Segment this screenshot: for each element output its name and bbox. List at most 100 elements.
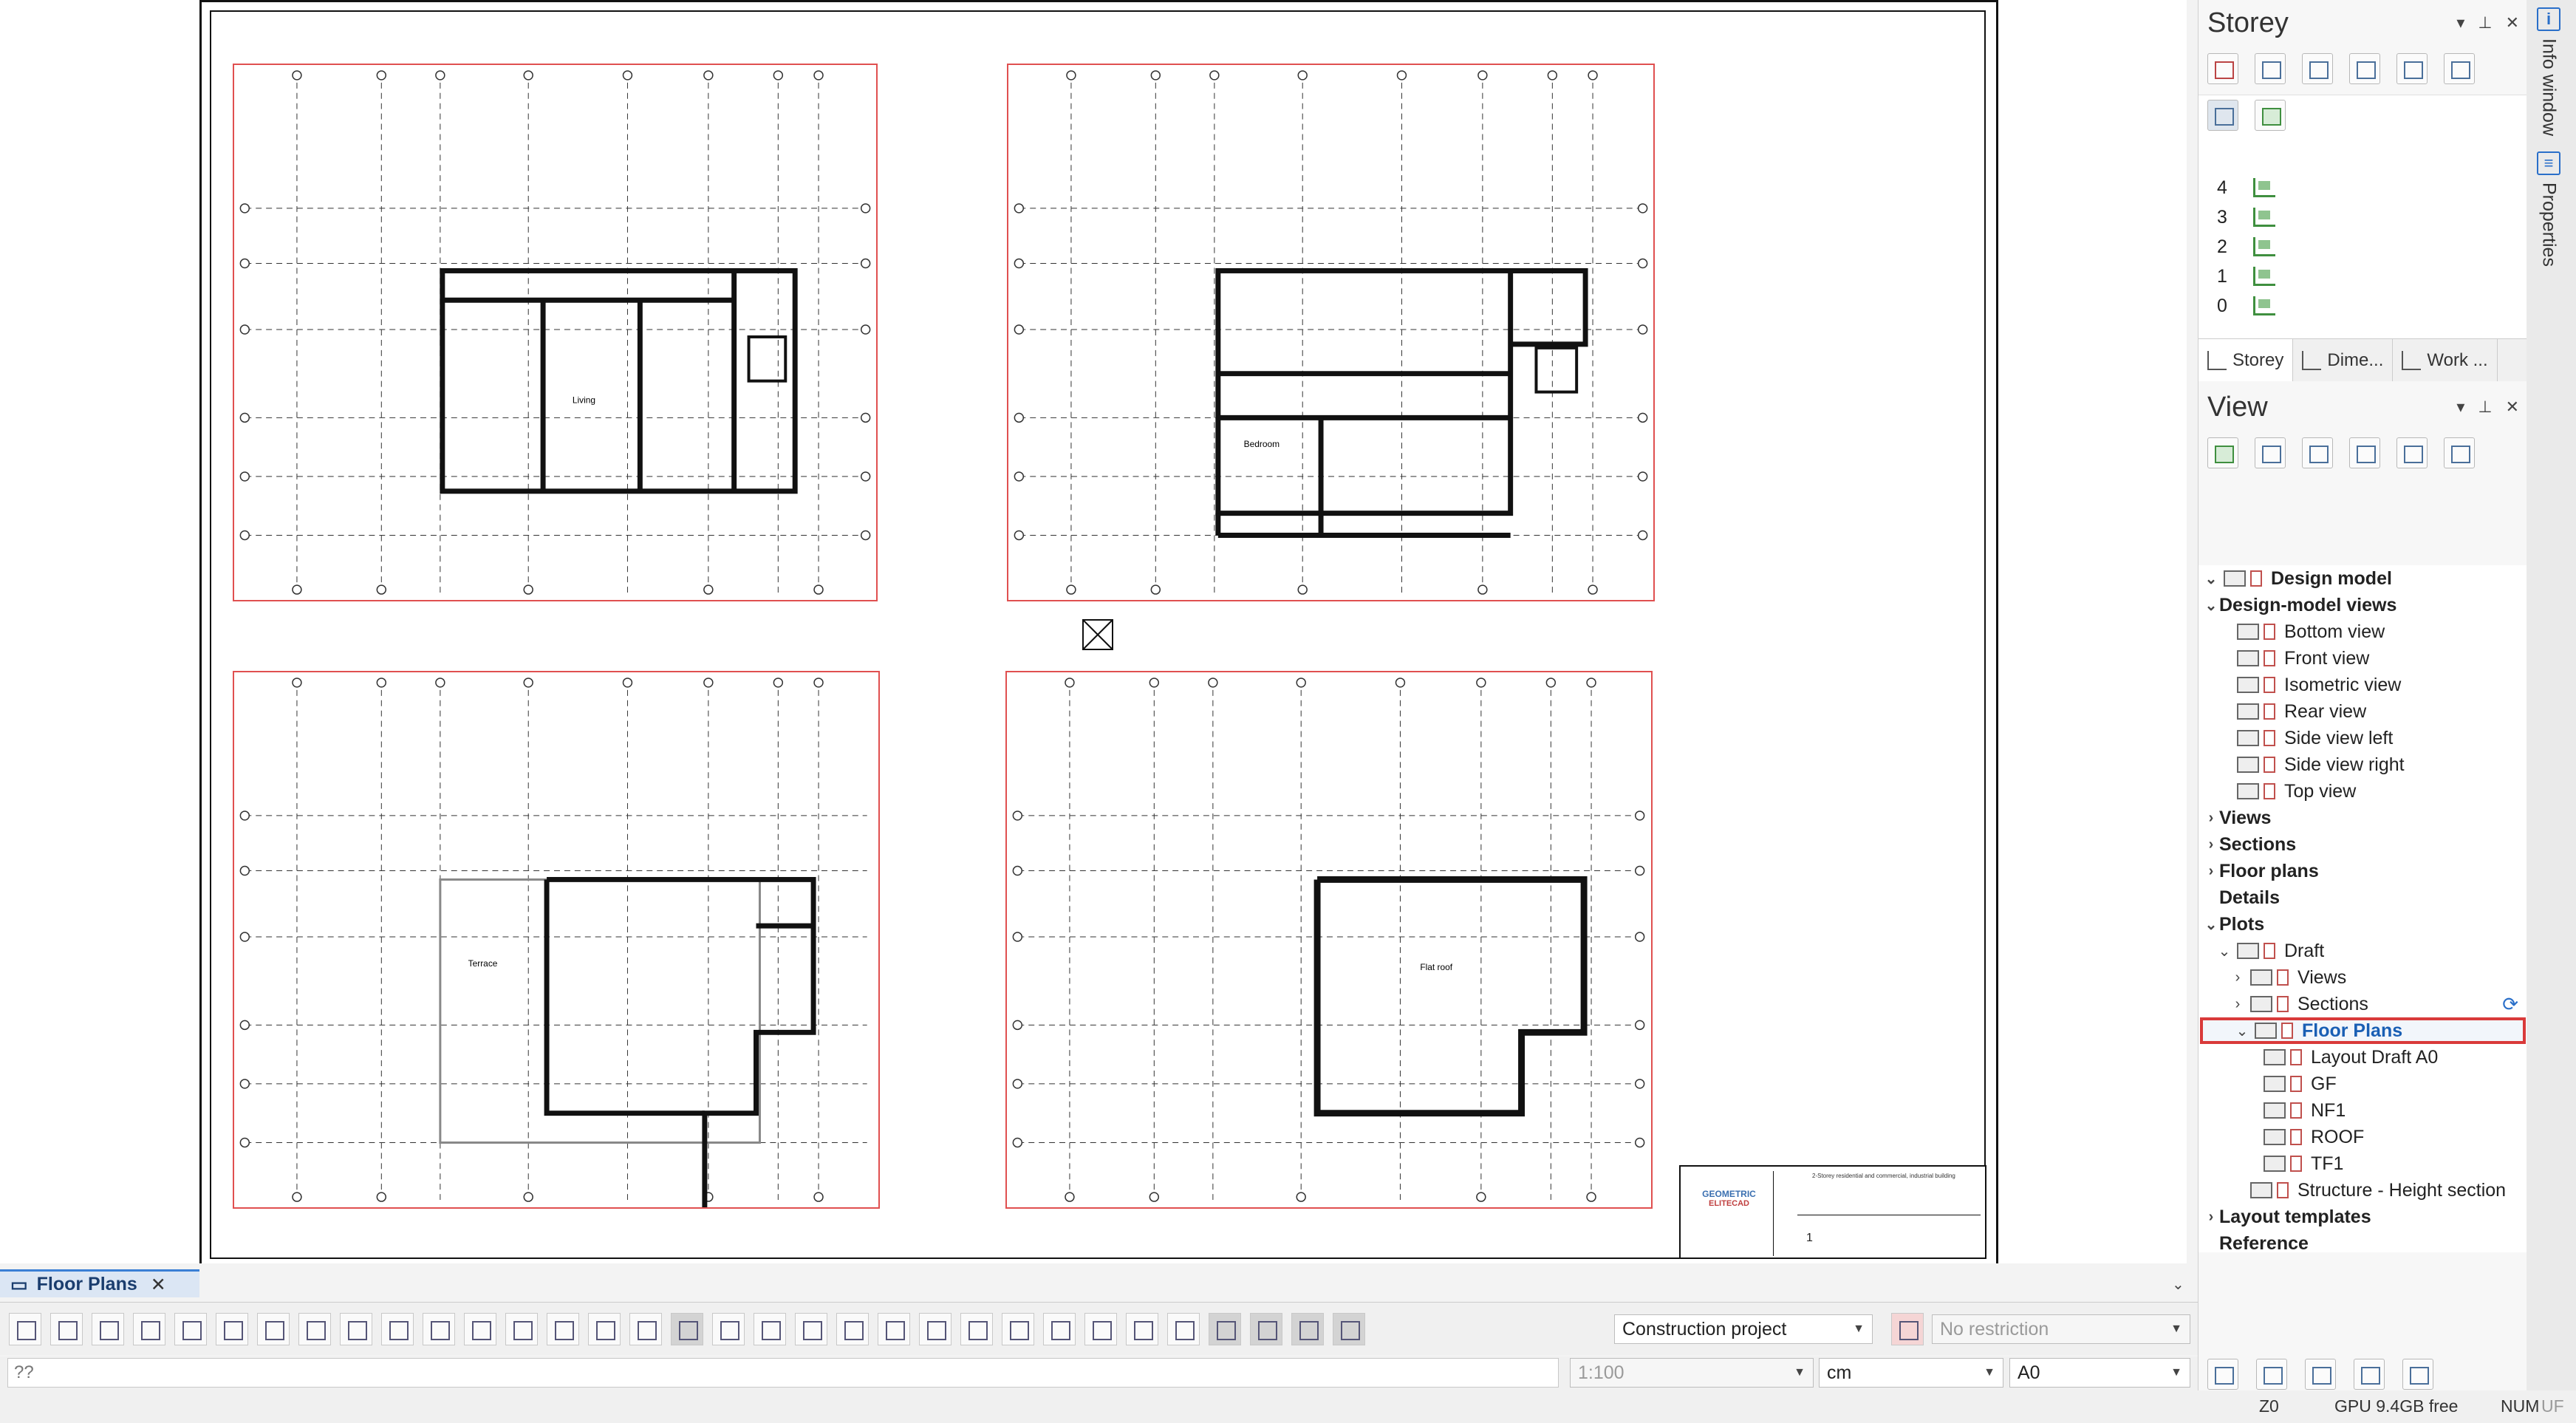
chevron-down-icon[interactable]: ⌄	[2203, 596, 2219, 615]
refresh-view-icon[interactable]	[2349, 437, 2380, 468]
tree-item-design-model-views[interactable]: ⌄ Design-model views	[2199, 592, 2527, 618]
project-select[interactable]: Construction project ▼	[1614, 1314, 1873, 1344]
tree-item-structure-height-section[interactable]: Structure - Height section	[2199, 1177, 2527, 1204]
chevron-down-icon[interactable]: ⌄	[2203, 915, 2219, 934]
pencil-icon[interactable]	[2207, 100, 2238, 131]
chevron-right-icon[interactable]: ›	[2203, 1209, 2219, 1226]
tree-item-side-view-right[interactable]: Side view right	[2199, 751, 2527, 778]
library-icon[interactable]	[2305, 1359, 2336, 1390]
zoom-extents-icon[interactable]	[174, 1312, 207, 1345]
tree-item-layout-draft-a0[interactable]: Layout Draft A0	[2199, 1044, 2527, 1071]
export-pdf-dxf-icon[interactable]	[2396, 437, 2428, 468]
tree-item-top-view[interactable]: Top view	[2199, 778, 2527, 805]
snap-intersection-icon[interactable]	[960, 1312, 993, 1345]
close-icon[interactable]: ✕	[2506, 13, 2519, 33]
storey-properties-icon[interactable]	[2302, 53, 2333, 84]
view-settings-icon[interactable]	[2302, 437, 2333, 468]
tab-work[interactable]: Work ...	[2393, 339, 2498, 381]
walk-icon[interactable]	[216, 1312, 248, 1345]
pin-icon[interactable]: ⊥	[2478, 397, 2492, 417]
storey-row-0[interactable]: 0	[2207, 293, 2275, 318]
trim-icon[interactable]	[1084, 1312, 1117, 1345]
zoom-selection-icon[interactable]	[50, 1312, 83, 1345]
restriction-select[interactable]: No restriction ▼	[1932, 1314, 2190, 1344]
dimension-line-icon[interactable]	[1250, 1312, 1282, 1345]
layers-icon[interactable]	[2256, 1359, 2287, 1390]
tree-item-layout-templates[interactable]: › Layout templates	[2199, 1204, 2527, 1230]
restriction-icon[interactable]	[1891, 1313, 1924, 1345]
storey-tree-icon[interactable]	[2396, 53, 2428, 84]
objects-icon[interactable]	[2354, 1359, 2385, 1390]
close-icon[interactable]: ✕	[151, 1274, 166, 1296]
tree-item-design-model[interactable]: ⌄ Design model	[2199, 565, 2527, 592]
chevron-right-icon[interactable]: ›	[2230, 996, 2246, 1013]
tab-list-chevron-down-icon[interactable]: ⌄	[2172, 1275, 2184, 1294]
tree-item-isometric-view[interactable]: Isometric view	[2199, 672, 2527, 698]
format-select[interactable]: A0 ▼	[2009, 1358, 2190, 1388]
chevron-right-icon[interactable]: ›	[2203, 863, 2219, 880]
storey-row-1[interactable]: 1	[2207, 264, 2275, 289]
zoom-window-icon[interactable]	[9, 1312, 41, 1345]
new-storey-icon[interactable]	[2207, 53, 2238, 84]
chevron-right-icon[interactable]: ›	[2203, 836, 2219, 853]
text-icon[interactable]	[1209, 1312, 1241, 1345]
storey-list-icon[interactable]	[2255, 53, 2286, 84]
snap-center-icon[interactable]	[919, 1312, 952, 1345]
shaded-icon[interactable]	[464, 1312, 496, 1345]
pan-icon[interactable]	[133, 1312, 165, 1345]
chevron-right-icon[interactable]: ›	[2203, 810, 2219, 827]
snap-point-icon[interactable]	[754, 1312, 786, 1345]
tree-item-floor-plans[interactable]: › Floor plans	[2199, 858, 2527, 884]
sheet-center-marker[interactable]	[1082, 619, 1113, 650]
snap-perpendicular-icon[interactable]	[795, 1312, 827, 1345]
storey-row-3[interactable]: 3	[2207, 205, 2275, 230]
snap-mid-icon[interactable]	[878, 1312, 910, 1345]
plan-viewport-ground-floor[interactable]: Living	[233, 64, 878, 601]
snap-grid-icon[interactable]	[671, 1312, 703, 1345]
storey-layer-icon[interactable]	[2255, 100, 2286, 131]
refresh-icon[interactable]: ⟳	[2502, 993, 2518, 1016]
view-edit-icon[interactable]	[2444, 437, 2475, 468]
duplicate-view-icon[interactable]	[2255, 437, 2286, 468]
zoom-icon[interactable]	[92, 1312, 124, 1345]
orbit-icon[interactable]	[257, 1312, 290, 1345]
chevron-down-icon[interactable]: ⌄	[2234, 1022, 2250, 1040]
tree-item-side-view-left[interactable]: Side view left	[2199, 725, 2527, 751]
snap-end-icon[interactable]	[836, 1312, 869, 1345]
storey-row-2[interactable]: 2	[2207, 234, 2275, 259]
tree-item-plots[interactable]: ⌄ Plots	[2199, 911, 2527, 938]
plan-viewport-second-floor[interactable]: Terrace	[233, 671, 880, 1209]
chevron-down-icon[interactable]: ⌄	[2203, 570, 2219, 588]
tab-storey[interactable]: Storey	[2199, 339, 2294, 381]
storey-row-4[interactable]: 4	[2207, 175, 2275, 200]
hidden-line-icon[interactable]	[588, 1312, 621, 1345]
plan-viewport-roof[interactable]: Flat roof	[1005, 671, 1653, 1209]
close-icon[interactable]: ✕	[2506, 397, 2519, 417]
tab-dimension[interactable]: Dime...	[2293, 339, 2394, 381]
render-icon[interactable]	[423, 1312, 455, 1345]
tab-info-window[interactable]: i Info window	[2537, 7, 2560, 136]
chevron-down-icon[interactable]: ⌄	[2216, 942, 2232, 960]
tree-item-nf1[interactable]: NF1	[2199, 1097, 2527, 1124]
wireframe-icon[interactable]	[547, 1312, 579, 1345]
tree-item-floor-plans[interactable]: ⌄ Floor Plans	[2200, 1017, 2526, 1044]
tree-item-rear-view[interactable]: Rear view	[2199, 698, 2527, 725]
hatch-icon[interactable]	[1333, 1312, 1365, 1345]
tree-item-roof[interactable]: ROOF	[2199, 1124, 2527, 1150]
tree-item-sections[interactable]: › Sections	[2199, 831, 2527, 858]
drawing-canvas[interactable]: Living Bedroom Terrace Flat roof GEOMETR…	[0, 0, 2187, 1263]
command-input[interactable]: ??	[7, 1358, 1559, 1388]
chevron-down-icon[interactable]: ▾	[2456, 397, 2464, 417]
document-tab-floor-plans[interactable]: ▭ Floor Plans ✕	[0, 1269, 199, 1297]
plan-viewport-first-floor[interactable]: Bedroom	[1007, 64, 1655, 601]
print-icon[interactable]	[381, 1312, 414, 1345]
add-view-icon[interactable]	[2207, 437, 2238, 468]
tree-item-draft[interactable]: ⌄ Draft	[2199, 938, 2527, 964]
globe-icon[interactable]	[2402, 1359, 2433, 1390]
storey-table-icon[interactable]	[2349, 53, 2380, 84]
solid-icon[interactable]	[505, 1312, 538, 1345]
tree-item-gf[interactable]: GF	[2199, 1071, 2527, 1097]
dimension-icon[interactable]	[1291, 1312, 1324, 1345]
tree-item-reference[interactable]: Reference	[2199, 1230, 2527, 1257]
sphere-icon[interactable]	[629, 1312, 662, 1345]
